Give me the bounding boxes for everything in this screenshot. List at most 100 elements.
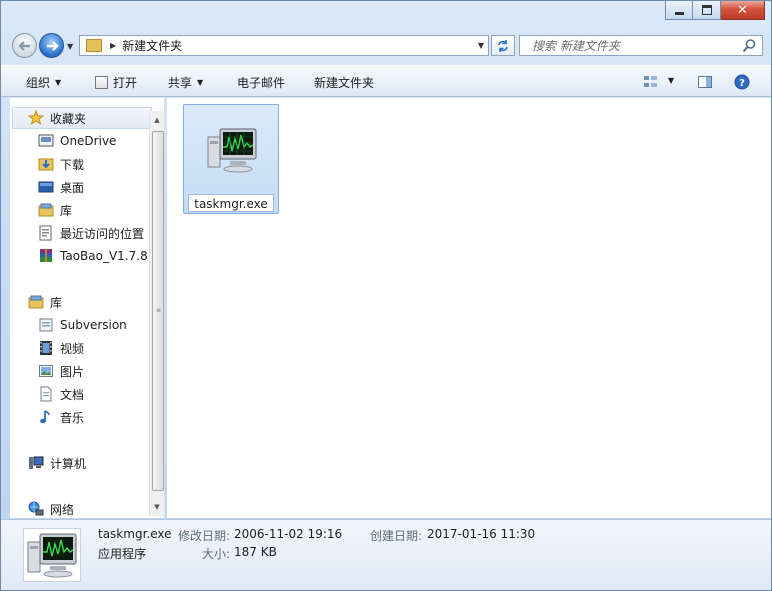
address-bar[interactable]: ▶ 新建文件夹 ▼ xyxy=(79,35,489,56)
nav-item-taobao[interactable]: TaoBao_V1.7.8. xyxy=(38,245,152,267)
nav-item-subversion[interactable]: Subversion xyxy=(38,314,127,336)
help-icon[interactable]: ? xyxy=(734,74,750,90)
close-icon: ✕ xyxy=(737,2,748,18)
file-item-taskmgr[interactable]: taskmgr.exe xyxy=(183,104,279,214)
onedrive-icon xyxy=(38,134,54,147)
chevron-down-icon: ▼ xyxy=(197,78,204,87)
breadcrumb-chevron-icon[interactable]: ▶ xyxy=(110,41,116,50)
nav-item-desktop[interactable]: 桌面 xyxy=(38,176,84,198)
back-button[interactable] xyxy=(12,33,37,58)
view-options-dropdown[interactable]: ▼ xyxy=(668,76,674,85)
nav-item-label: 下载 xyxy=(60,157,85,172)
open-button[interactable]: 打开 xyxy=(95,74,137,91)
caption-buttons: ✕ xyxy=(665,1,765,20)
nav-computer-label: 计算机 xyxy=(50,456,87,471)
details-thumbnail xyxy=(23,528,81,582)
details-file-type: 应用程序 xyxy=(98,547,147,561)
navigation-bar: ▼ ▶ 新建文件夹 ▼ xyxy=(1,29,771,63)
details-file-name: taskmgr.exe xyxy=(98,527,172,541)
chevron-down-icon: ▼ xyxy=(55,78,62,87)
details-created-label: 创建日期: xyxy=(370,529,423,543)
recent-pages-dropdown[interactable]: ▼ xyxy=(67,42,73,51)
share-label: 共享 xyxy=(168,76,193,90)
scroll-down-arrow-icon[interactable]: ▼ xyxy=(150,500,164,514)
search-icon[interactable] xyxy=(741,38,757,54)
downloads-folder-icon xyxy=(38,158,54,171)
refresh-button[interactable] xyxy=(491,35,515,56)
network-icon xyxy=(28,501,44,516)
nav-item-label: TaoBao_V1.7.8. xyxy=(60,249,152,263)
email-button[interactable]: 电子邮件 xyxy=(237,74,285,91)
nav-item-label: 文档 xyxy=(60,387,85,402)
forward-button[interactable] xyxy=(39,33,64,58)
file-list[interactable]: taskmgr.exe xyxy=(167,98,771,518)
task-manager-icon xyxy=(27,533,77,578)
desktop-icon xyxy=(38,181,54,193)
change-view-icon[interactable] xyxy=(643,74,659,90)
minimize-icon xyxy=(674,11,684,15)
nav-item-documents[interactable]: 文档 xyxy=(38,383,84,405)
search-box[interactable] xyxy=(519,35,763,56)
nav-libraries-label: 库 xyxy=(50,295,63,310)
nav-item-label: OneDrive xyxy=(60,134,117,148)
navigation-pane: 收藏夹 OneDrive 下载 桌面 库 最近访问的位置 TaoBao_V1.7… xyxy=(10,98,165,518)
nav-item-library[interactable]: 库 xyxy=(38,199,72,221)
nav-pane-scrollbar[interactable]: ▲ ≡ ▼ xyxy=(149,111,164,516)
computer-icon xyxy=(29,456,44,469)
nav-item-label: 音乐 xyxy=(60,410,85,425)
details-size-label: 大小: xyxy=(202,547,231,561)
music-library-icon xyxy=(40,410,50,424)
nav-favorites[interactable]: 收藏夹 xyxy=(12,107,152,129)
details-modified-value: 2006-11-02 19:16 xyxy=(234,527,343,541)
nav-item-label: 图片 xyxy=(60,364,85,379)
nav-item-label: 最近访问的位置 xyxy=(60,226,145,241)
document-library-icon xyxy=(40,386,52,402)
scroll-up-arrow-icon[interactable]: ▲ xyxy=(150,113,164,127)
command-bar: 组织 ▼ 打开 共享 ▼ 电子邮件 新建文件夹 ▼ ? xyxy=(1,65,771,97)
organize-menu[interactable]: 组织 ▼ xyxy=(26,74,61,91)
nav-item-label: 视频 xyxy=(60,341,85,356)
organize-label: 组织 xyxy=(26,76,51,90)
nav-network[interactable]: 网络 xyxy=(28,498,74,518)
explorer-window: ✕ ▼ ▶ 新建文件夹 ▼ 组织 ▼ 打开 xyxy=(0,0,772,591)
back-arrow-icon xyxy=(17,40,30,51)
star-icon xyxy=(28,110,44,126)
breadcrumb-current[interactable]: 新建文件夹 xyxy=(122,37,182,54)
document-library-icon xyxy=(39,318,53,332)
share-menu[interactable]: 共享 ▼ xyxy=(168,74,203,91)
details-modified-label: 修改日期: xyxy=(178,529,231,543)
open-label: 打开 xyxy=(113,76,138,90)
maximize-icon xyxy=(701,5,712,15)
preview-pane-icon[interactable] xyxy=(697,74,713,90)
folder-icon xyxy=(86,39,102,52)
winrar-archive-icon xyxy=(40,249,52,262)
svg-text:?: ? xyxy=(739,78,745,89)
nav-item-downloads[interactable]: 下载 xyxy=(38,153,84,175)
nav-item-pictures[interactable]: 图片 xyxy=(38,360,84,382)
task-manager-icon xyxy=(207,128,257,173)
close-button[interactable]: ✕ xyxy=(721,1,765,20)
nav-computer[interactable]: 计算机 xyxy=(28,452,86,474)
new-folder-button[interactable]: 新建文件夹 xyxy=(314,74,374,91)
scrollbar-thumb[interactable]: ≡ xyxy=(152,131,164,491)
new-folder-label: 新建文件夹 xyxy=(314,76,375,90)
maximize-button[interactable] xyxy=(693,1,721,20)
nav-item-videos[interactable]: 视频 xyxy=(38,337,84,359)
search-input[interactable] xyxy=(530,37,741,54)
nav-favorites-label: 收藏夹 xyxy=(50,111,87,126)
open-program-icon xyxy=(95,76,108,89)
nav-item-recent-places[interactable]: 最近访问的位置 xyxy=(38,222,144,244)
library-icon xyxy=(38,203,54,217)
minimize-button[interactable] xyxy=(665,1,693,20)
nav-item-onedrive[interactable]: OneDrive xyxy=(38,130,116,152)
address-history-dropdown[interactable]: ▼ xyxy=(478,41,484,50)
details-created-value: 2017-01-16 11:30 xyxy=(427,527,536,541)
nav-libraries[interactable]: 库 xyxy=(28,291,62,313)
email-label: 电子邮件 xyxy=(237,76,286,90)
nav-item-music[interactable]: 音乐 xyxy=(38,406,84,428)
recent-places-icon xyxy=(39,225,52,241)
nav-item-label: 桌面 xyxy=(60,180,85,195)
nav-item-label: Subversion xyxy=(60,318,127,332)
nav-network-label: 网络 xyxy=(50,502,75,517)
file-name-label[interactable]: taskmgr.exe xyxy=(184,197,278,211)
